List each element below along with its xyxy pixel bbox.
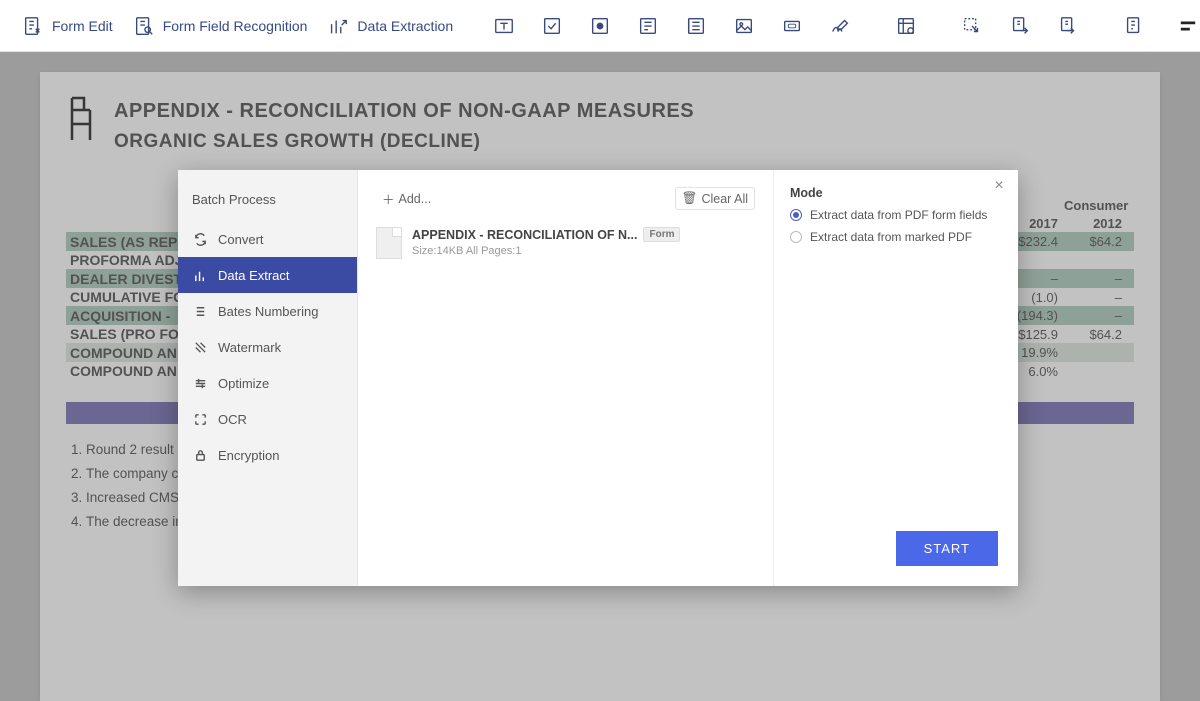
mode-option-form-fields[interactable]: Extract data from PDF form fields [790, 208, 1002, 222]
export-data-button[interactable] [1047, 7, 1089, 45]
form-field-recognition-button[interactable]: Form Field Recognition [125, 9, 314, 43]
batch-sidebar: Batch Process Convert Data Extract Bates… [178, 170, 358, 586]
data-extraction-icon [325, 13, 351, 39]
sidebar-item-label: Watermark [218, 340, 281, 355]
data-extract-icon [192, 267, 208, 283]
sidebar-item-convert[interactable]: Convert [178, 221, 357, 257]
import-data-button[interactable] [999, 7, 1041, 45]
watermark-icon [192, 339, 208, 355]
top-toolbar: Form Edit Form Field Recognition Data Ex… [0, 0, 1200, 52]
form-properties-icon [891, 11, 921, 41]
ocr-icon [192, 411, 208, 427]
list-box-button[interactable] [675, 7, 717, 45]
lock-icon [192, 447, 208, 463]
button-field-button[interactable] [771, 7, 813, 45]
import-icon [1005, 11, 1035, 41]
clear-all-button[interactable]: 🗑 Clear All [675, 187, 755, 210]
data-extraction-button[interactable]: Data Extraction [319, 9, 459, 43]
plus-icon: ＋ [382, 189, 395, 208]
select-fields-icon [957, 11, 987, 41]
file-entry[interactable]: APPENDIX - RECONCILIATION OF N... Form S… [376, 221, 755, 265]
image-field-button[interactable] [723, 7, 765, 45]
start-button[interactable]: START [896, 531, 998, 566]
sidebar-item-label: Bates Numbering [218, 304, 318, 319]
optimize-icon [192, 375, 208, 391]
convert-icon [192, 231, 208, 247]
batch-process-dialog: × Batch Process Convert Data Extract Bat… [178, 170, 1018, 586]
list-box-icon [681, 11, 711, 41]
form-edit-label: Form Edit [52, 18, 113, 34]
mode-option-marked-pdf[interactable]: Extract data from marked PDF [790, 230, 1002, 244]
button-field-icon [777, 11, 807, 41]
file-meta: Size:14KB All Pages:1 [412, 245, 680, 257]
radio-button-tool[interactable] [579, 7, 621, 45]
reset-form-button[interactable] [1113, 7, 1155, 45]
sidebar-item-label: Encryption [218, 448, 279, 463]
reset-form-icon [1119, 11, 1149, 41]
trash-icon: 🗑 [682, 191, 698, 206]
text-field-button[interactable] [483, 7, 525, 45]
form-edit-icon [20, 13, 46, 39]
sidebar-item-label: Optimize [218, 376, 269, 391]
sidebar-item-bates[interactable]: Bates Numbering [178, 293, 357, 329]
text-field-icon [489, 11, 519, 41]
align-horizontal-dropdown[interactable] [1179, 17, 1200, 35]
export-icon [1053, 11, 1083, 41]
bates-icon [192, 303, 208, 319]
sidebar-item-watermark[interactable]: Watermark [178, 329, 357, 365]
combo-box-icon [633, 11, 663, 41]
checkbox-icon [537, 11, 567, 41]
add-file-button[interactable]: ＋ Add... [376, 186, 437, 211]
file-name: APPENDIX - RECONCILIATION OF N... [412, 228, 637, 242]
select-fields-button[interactable] [951, 7, 993, 45]
form-properties-button[interactable] [885, 7, 927, 45]
mode-option-label: Extract data from marked PDF [810, 230, 972, 244]
form-field-recognition-icon [131, 13, 157, 39]
combo-box-button[interactable] [627, 7, 669, 45]
sidebar-item-data-extract[interactable]: Data Extract [178, 257, 357, 293]
radio-unchecked-icon [790, 231, 802, 243]
clear-all-label: Clear All [701, 192, 748, 206]
batch-sidebar-title: Batch Process [178, 184, 357, 221]
batch-file-area: ＋ Add... 🗑 Clear All APPENDIX - RECONCIL… [358, 170, 774, 586]
sidebar-item-label: Convert [218, 232, 264, 247]
sidebar-item-label: Data Extract [218, 268, 290, 283]
radio-checked-icon [790, 209, 802, 221]
batch-options-panel: Mode Extract data from PDF form fields E… [774, 170, 1018, 586]
mode-title: Mode [790, 186, 1002, 200]
sidebar-item-ocr[interactable]: OCR [178, 401, 357, 437]
signature-field-button[interactable] [819, 7, 861, 45]
file-type-tag: Form [643, 227, 680, 242]
signature-icon [825, 11, 855, 41]
sidebar-item-label: OCR [218, 412, 247, 427]
sidebar-item-optimize[interactable]: Optimize [178, 365, 357, 401]
form-field-recognition-label: Form Field Recognition [163, 18, 308, 34]
sidebar-item-encryption[interactable]: Encryption [178, 437, 357, 473]
file-thumb-icon [376, 227, 402, 259]
mode-option-label: Extract data from PDF form fields [810, 208, 987, 222]
checkbox-button[interactable] [531, 7, 573, 45]
data-extraction-label: Data Extraction [357, 18, 453, 34]
add-file-label: Add... [399, 192, 432, 206]
form-edit-button[interactable]: Form Edit [14, 9, 119, 43]
image-icon [729, 11, 759, 41]
radio-icon [585, 11, 615, 41]
